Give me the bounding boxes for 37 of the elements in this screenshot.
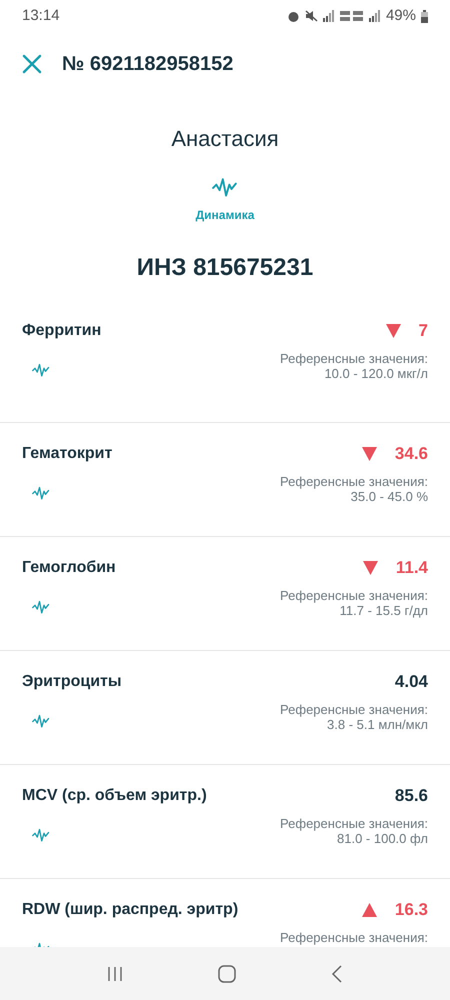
test-value: 4.04	[394, 670, 428, 693]
status-time: 13:14	[22, 6, 60, 26]
test-name: Эритроциты	[22, 672, 122, 692]
test-value: 16.3	[394, 898, 428, 921]
close-icon[interactable]	[22, 54, 42, 74]
battery-icon	[421, 10, 428, 22]
reference-label: Референсные значения:	[280, 816, 428, 832]
test-name: Ферритин	[22, 320, 102, 341]
reference-label: Референсные значения:	[280, 702, 428, 718]
reference-label: Референсные значения:	[280, 588, 428, 604]
patient-id: ИНЗ 815675231	[136, 252, 314, 283]
battery-level: 49%	[386, 6, 416, 26]
reference-label: Референсные значения:	[280, 930, 428, 946]
signal-icon	[322, 10, 335, 22]
order-number: № 6921182958152	[62, 52, 234, 77]
test-value: 34.6	[394, 442, 428, 465]
test-name: MCV (ср. объем эритр.)	[22, 786, 207, 806]
signal-icon	[368, 10, 381, 22]
test-value: 11.4	[396, 556, 428, 579]
recent-apps-icon[interactable]	[107, 966, 124, 982]
reference-range: 3.8 - 5.1 млн/мкл	[327, 717, 428, 732]
reference-range: 10.0 - 120.0 мкг/л	[324, 366, 428, 382]
test-value: 85.6	[394, 784, 428, 807]
back-icon[interactable]	[330, 964, 343, 982]
reference-label: Референсные значения:	[280, 474, 428, 490]
home-icon[interactable]	[218, 964, 236, 982]
test-name: RDW (шир. распред. эритр)	[22, 900, 238, 920]
dynamics-link[interactable]: Динамика	[196, 206, 254, 224]
reference-label: Референсные значения:	[280, 351, 428, 366]
mute-icon	[304, 10, 318, 22]
test-name: Гематокрит	[22, 444, 112, 464]
patient-name: Анастасия	[171, 125, 279, 153]
reference-range: 81.0 - 100.0 фл	[337, 831, 428, 846]
test-value: 7	[418, 320, 428, 342]
reference-range: 35.0 - 45.0 %	[350, 489, 428, 504]
test-name: Гемоглобин	[22, 558, 116, 578]
reference-range: 11.7 - 15.5 г/дл	[340, 603, 428, 618]
